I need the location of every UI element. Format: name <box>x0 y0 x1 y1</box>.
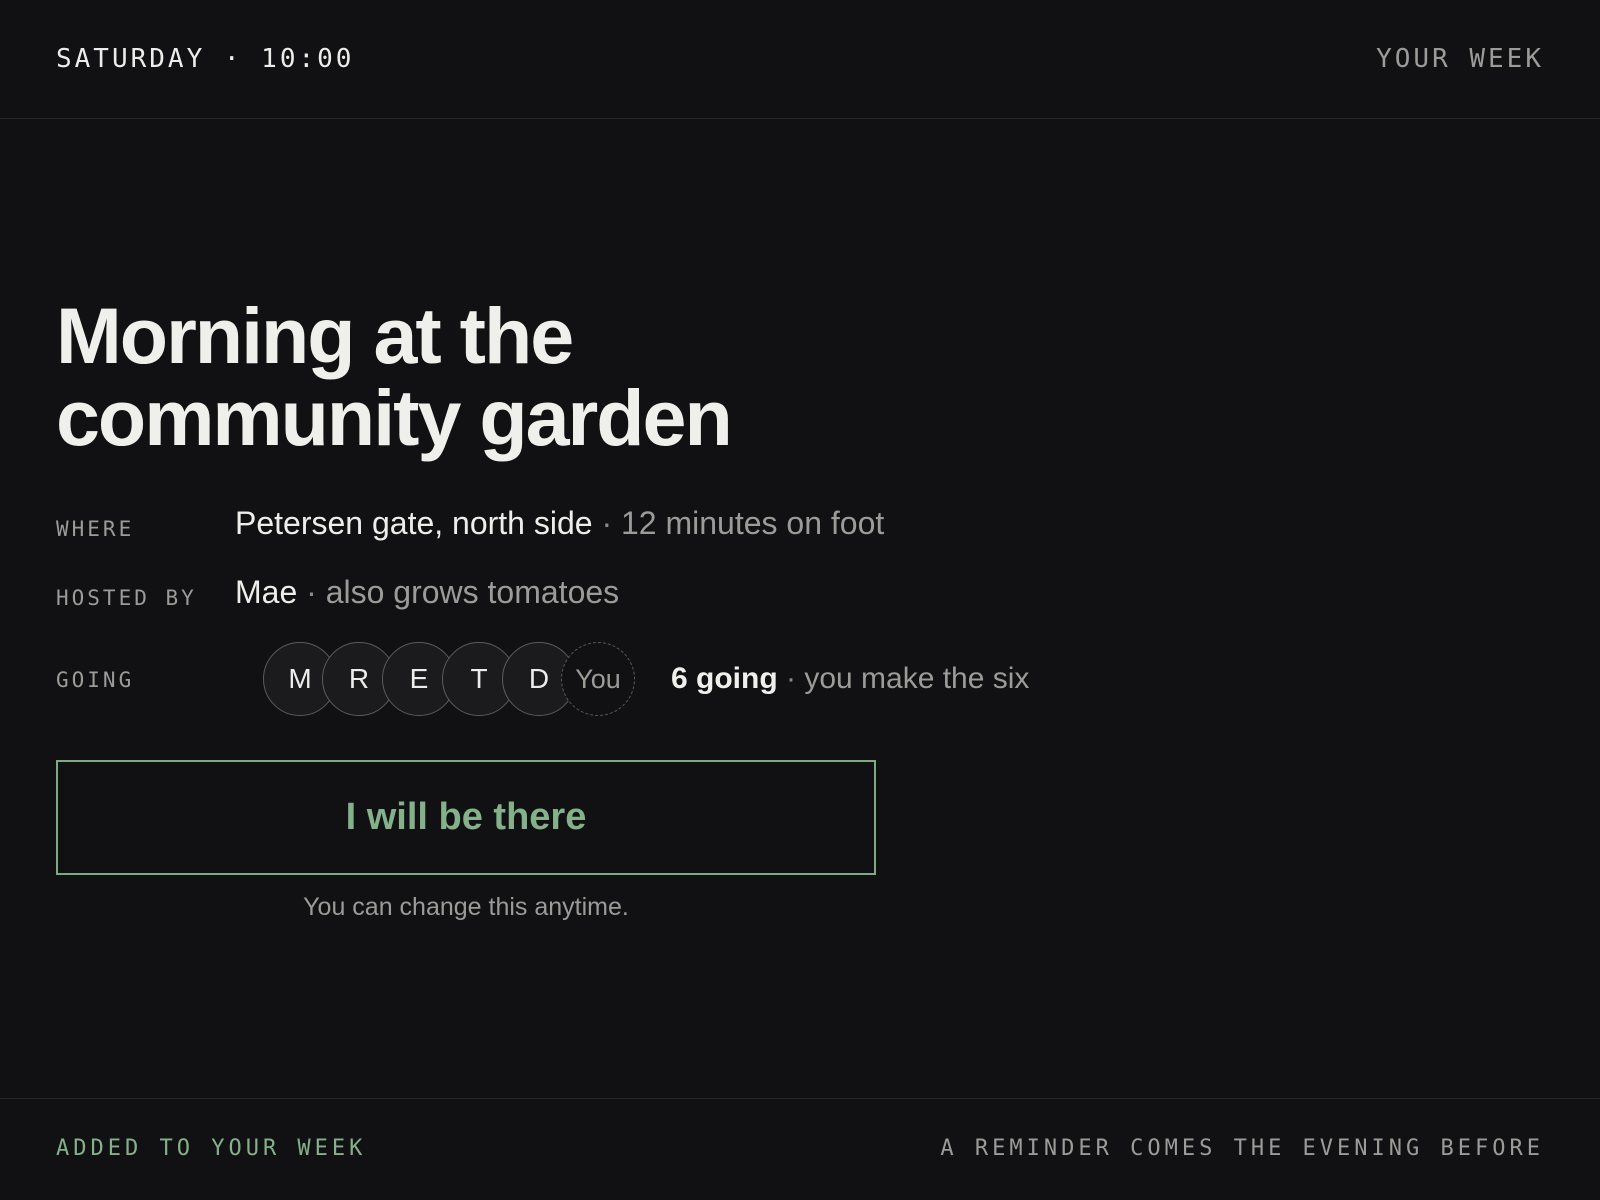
host-value: Mae · also grows tomatoes <box>235 574 619 611</box>
going-separator: · <box>777 662 805 695</box>
event-page: SATURDAY · 10:00 YOUR WEEK Morning at th… <box>0 0 1600 1200</box>
your-week-link[interactable]: YOUR WEEK <box>1376 43 1544 75</box>
where-walk-time: 12 minutes on foot <box>621 505 885 541</box>
going-count: 6 going <box>671 662 778 695</box>
top-bar: SATURDAY · 10:00 YOUR WEEK <box>0 0 1600 119</box>
host-row: HOSTED BY Mae · also grows tomatoes <box>56 574 1156 622</box>
host-name: Mae <box>235 574 298 610</box>
going-summary: 6 going · you make the six <box>671 662 1029 696</box>
event-datetime: SATURDAY · 10:00 <box>56 44 355 74</box>
going-label: GOING <box>56 668 135 692</box>
going-note: you make the six <box>804 662 1030 695</box>
where-value: Petersen gate, north side · 12 minutes o… <box>235 505 884 542</box>
host-label: HOSTED BY <box>56 586 197 610</box>
you-avatar-placeholder: You <box>561 642 635 716</box>
going-row: GOING M R E T D You 6 going · you make t… <box>56 641 1156 717</box>
added-status: ADDED TO YOUR WEEK <box>56 1136 367 1161</box>
where-label: WHERE <box>56 517 135 541</box>
rsvp-button[interactable]: I will be there <box>56 760 876 875</box>
host-note: also grows tomatoes <box>325 574 620 610</box>
where-separator: · <box>592 505 621 541</box>
attendee-avatars: M R E T D You <box>263 642 643 716</box>
footer-bar: ADDED TO YOUR WEEK A REMINDER COMES THE … <box>0 1098 1600 1200</box>
event-title-line-2: community garden <box>56 373 733 462</box>
reminder-note: A REMINDER COMES THE EVENING BEFORE <box>940 1136 1544 1161</box>
where-row: WHERE Petersen gate, north side · 12 min… <box>56 505 1156 553</box>
where-place: Petersen gate, north side <box>235 505 593 541</box>
event-title-line-1: Morning at the <box>56 291 574 380</box>
rsvp-hint: You can change this anytime. <box>303 893 629 921</box>
host-separator: · <box>297 574 326 610</box>
event-title: Morning at the community garden <box>56 295 956 459</box>
